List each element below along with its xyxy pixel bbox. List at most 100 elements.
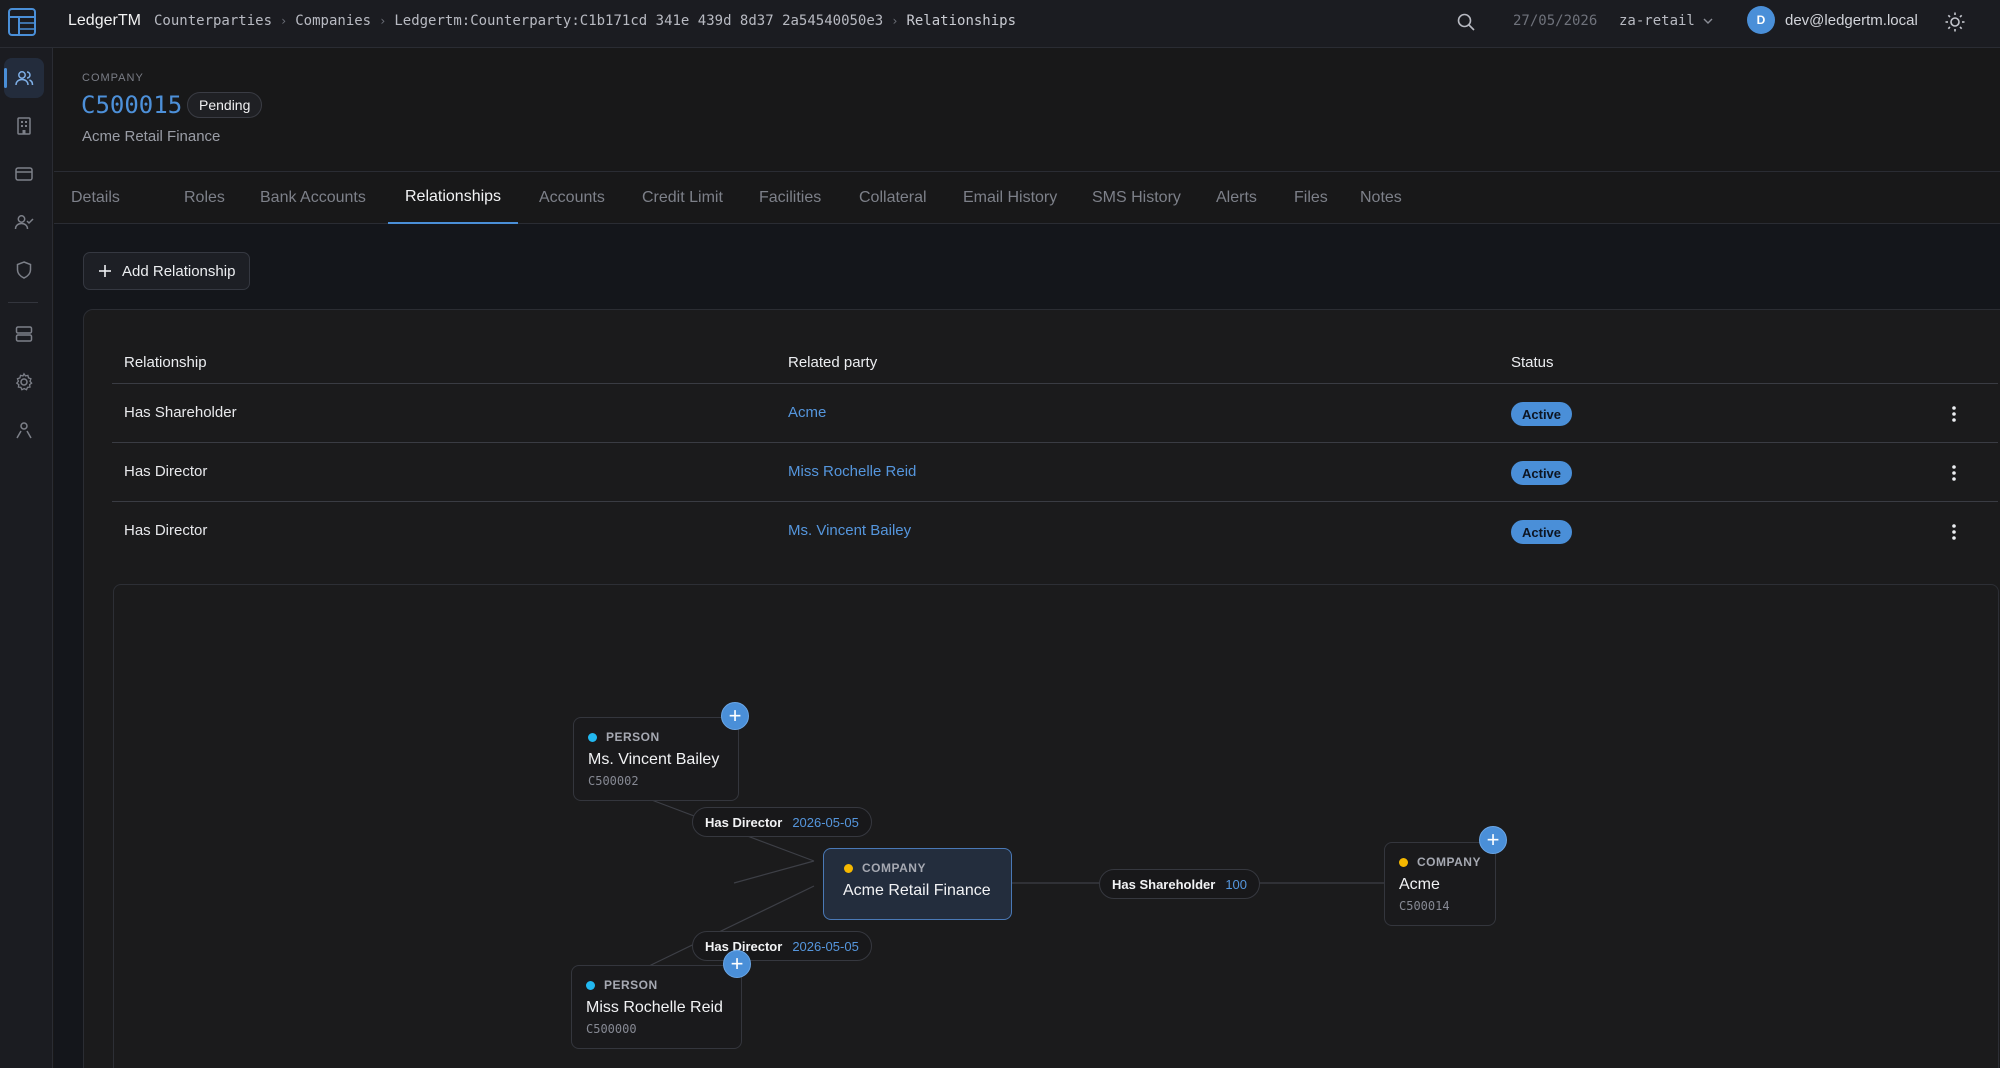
add-node-plus-icon[interactable]: + xyxy=(721,702,749,730)
person-dot-icon xyxy=(588,732,597,742)
chevron-right-icon: › xyxy=(891,14,899,28)
sidebar xyxy=(0,48,53,1068)
breadcrumb-companies[interactable]: Companies xyxy=(295,13,371,29)
status-badge: Active xyxy=(1511,402,1573,426)
sidebar-item-users[interactable] xyxy=(4,202,44,242)
related-party-link[interactable]: Miss Rochelle Reid xyxy=(788,463,916,480)
node-name: Ms. Vincent Bailey xyxy=(588,751,720,768)
edge-label-director: Has Director 2026-05-05 xyxy=(692,931,872,961)
tab-collateral[interactable]: Collateral xyxy=(842,172,944,224)
graph-node-company[interactable]: COMPANY Acme C500014 xyxy=(1384,842,1496,926)
edge-date: 2026-05-05 xyxy=(792,814,859,830)
person-dot-icon xyxy=(586,980,595,990)
top-bar: LedgerTM Counterparties › Companies › Le… xyxy=(0,0,2000,48)
edge-label-director: Has Director 2026-05-05 xyxy=(692,807,872,837)
chevron-down-icon xyxy=(1703,18,1713,24)
more-vertical-icon[interactable] xyxy=(1942,401,1966,427)
relationships-content: Add Relationship Relationship Related pa… xyxy=(54,224,2000,1068)
sidebar-item-counterparties[interactable] xyxy=(4,58,44,98)
user-email[interactable]: dev@ledgertm.local xyxy=(1785,12,1918,29)
tab-notes[interactable]: Notes xyxy=(1343,172,1419,224)
tab-relationships[interactable]: Relationships xyxy=(388,172,519,224)
more-vertical-icon[interactable] xyxy=(1942,460,1966,486)
tab-credit-limit[interactable]: Credit Limit xyxy=(625,172,740,224)
tab-sms-history[interactable]: SMS History xyxy=(1075,172,1198,224)
edge-date: 2026-05-05 xyxy=(792,938,859,954)
node-name: Acme xyxy=(1399,876,1440,893)
add-node-plus-icon[interactable]: + xyxy=(723,950,751,978)
tab-bar: Details Roles Bank Accounts Relationship… xyxy=(54,172,2000,224)
more-vertical-icon[interactable] xyxy=(1942,519,1966,545)
sidebar-item-admin[interactable] xyxy=(4,410,44,450)
tab-details[interactable]: Details xyxy=(54,172,137,224)
brand-name[interactable]: LedgerTM xyxy=(68,12,141,30)
tab-roles[interactable]: Roles xyxy=(167,172,242,224)
add-relationship-button[interactable]: Add Relationship xyxy=(83,252,251,290)
node-type-label: PERSON xyxy=(606,730,660,744)
node-code: C500002 xyxy=(588,774,639,788)
building-icon xyxy=(17,117,31,135)
status-badge: Active xyxy=(1511,461,1573,485)
chevron-right-icon: › xyxy=(280,14,288,28)
tab-email-history[interactable]: Email History xyxy=(946,172,1074,224)
company-header: COMPANY C500015 Pending Acme Retail Fina… xyxy=(54,48,2000,172)
chevron-right-icon: › xyxy=(379,14,387,28)
add-relationship-label: Add Relationship xyxy=(122,262,236,280)
edge-label-shareholder: Has Shareholder 100 xyxy=(1099,869,1261,899)
graph-node-center-company[interactable]: COMPANY Acme Retail Finance xyxy=(823,848,1012,920)
users-icon xyxy=(15,71,34,86)
breadcrumb-counterparties[interactable]: Counterparties xyxy=(154,13,272,29)
table-row: Has Director Miss Rochelle Reid Active xyxy=(112,444,1998,502)
node-type: COMPANY xyxy=(844,861,926,875)
company-name: Acme Retail Finance xyxy=(82,128,221,145)
table-row: Has Director Ms. Vincent Bailey Active xyxy=(112,503,1998,561)
plus-icon xyxy=(99,265,111,277)
sidebar-item-companies[interactable] xyxy=(4,106,44,146)
graph-node-person[interactable]: PERSON Ms. Vincent Bailey C500002 xyxy=(573,717,739,801)
sidebar-item-accounts[interactable] xyxy=(4,154,44,194)
edge-relationship: Has Director xyxy=(705,814,783,830)
node-code: C500014 xyxy=(1399,899,1450,913)
add-node-plus-icon[interactable]: + xyxy=(1479,826,1507,854)
tab-facilities[interactable]: Facilities xyxy=(742,172,838,224)
tab-accounts[interactable]: Accounts xyxy=(522,172,622,224)
column-status: Status xyxy=(1511,354,1554,371)
graph-edges xyxy=(648,798,1384,967)
tab-bank-accounts[interactable]: Bank Accounts xyxy=(243,172,383,224)
relationship-type: Has Director xyxy=(124,522,208,539)
search-icon[interactable] xyxy=(1456,12,1476,32)
tab-alerts[interactable]: Alerts xyxy=(1199,172,1274,224)
credit-card-icon xyxy=(15,167,33,181)
node-name: Acme Retail Finance xyxy=(843,882,991,899)
node-type: PERSON xyxy=(586,978,658,992)
node-type-label: COMPANY xyxy=(1417,855,1481,869)
current-date: 27/05/2026 xyxy=(1513,13,1598,29)
related-party-link[interactable]: Ms. Vincent Bailey xyxy=(788,522,911,539)
sidebar-item-settings[interactable] xyxy=(4,362,44,402)
relationship-type: Has Director xyxy=(124,463,208,480)
node-type: COMPANY xyxy=(1399,855,1481,869)
relationship-graph[interactable]: PERSON Ms. Vincent Bailey C500002 + Has … xyxy=(113,584,1999,1068)
node-type-label: PERSON xyxy=(604,978,658,992)
related-party-link[interactable]: Acme xyxy=(788,404,826,421)
column-relationship: Relationship xyxy=(124,354,207,371)
node-type-label: COMPANY xyxy=(862,861,926,875)
user-check-icon xyxy=(14,215,34,230)
sidebar-item-servers[interactable] xyxy=(4,314,44,354)
node-type: PERSON xyxy=(588,730,660,744)
sun-icon[interactable] xyxy=(1944,11,1966,33)
node-code: C500000 xyxy=(586,1022,637,1036)
sidebar-divider xyxy=(8,302,38,303)
tab-files[interactable]: Files xyxy=(1277,172,1345,224)
sidebar-item-security[interactable] xyxy=(4,250,44,290)
avatar[interactable]: D xyxy=(1747,6,1775,34)
tenant-selector[interactable]: za-retail xyxy=(1619,13,1713,29)
breadcrumb-counterparty-id[interactable]: Ledgertm:Counterparty:C1b171cd 341e 439d… xyxy=(394,13,883,29)
page-title: C500015 xyxy=(81,91,183,119)
graph-node-person[interactable]: PERSON Miss Rochelle Reid C500000 xyxy=(571,965,742,1049)
app-logo-icon[interactable] xyxy=(7,7,37,37)
tenant-label: za-retail xyxy=(1619,13,1695,29)
entity-type-label: COMPANY xyxy=(82,72,144,84)
relationships-panel: Relationship Related party Status Has Sh… xyxy=(83,309,2000,1068)
edge-value: 100 xyxy=(1225,876,1248,892)
